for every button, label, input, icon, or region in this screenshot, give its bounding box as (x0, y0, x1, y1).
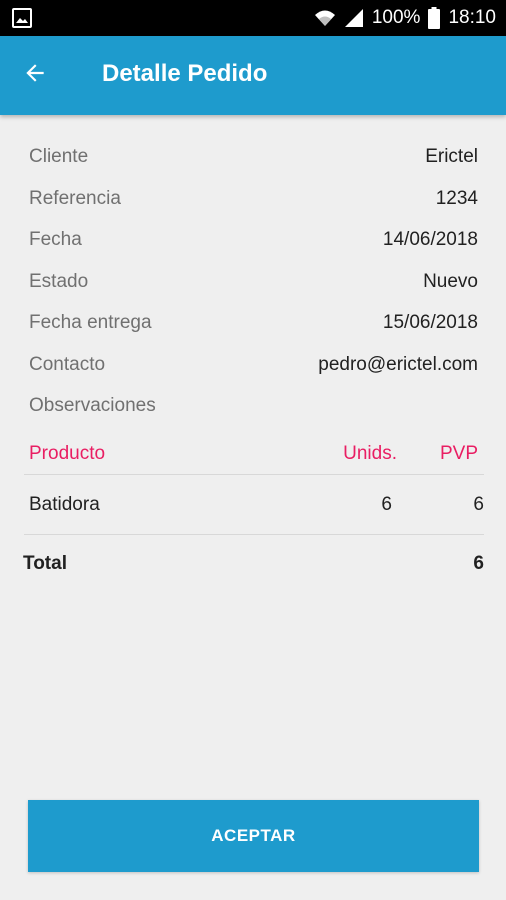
detail-row-observaciones: Observaciones (0, 387, 506, 429)
app-bar: Detalle Pedido (0, 36, 506, 115)
detail-label: Cliente (29, 146, 89, 167)
back-button[interactable] (14, 54, 56, 96)
divider (24, 474, 484, 475)
detail-row-fecha-entrega: Fecha entrega 15/06/2018 (0, 304, 506, 346)
image-notification-icon (12, 8, 32, 33)
detail-value: 15/06/2018 (382, 312, 478, 333)
detail-row-contacto: Contacto pedro@erictel.com (0, 346, 506, 388)
detail-value: 1234 (435, 187, 478, 209)
status-bar: 100% 18:10 (0, 0, 506, 36)
wifi-icon (314, 8, 336, 28)
detail-label: Estado (29, 270, 89, 292)
detail-label: Fecha entrega (29, 312, 152, 333)
battery-percent: 100% (371, 7, 421, 28)
detail-row-estado: Estado Nuevo (0, 263, 506, 305)
order-details: Cliente Erictel Referencia 1234 Fecha 14… (0, 138, 506, 429)
detail-value: Nuevo (423, 270, 478, 292)
detail-row-referencia: Referencia 1234 (0, 180, 506, 222)
table-row: Batidora 6 6 (0, 488, 506, 528)
clock-time: 18:10 (448, 7, 496, 28)
detail-label: Fecha (29, 229, 82, 250)
cell-producto: Batidora (29, 494, 100, 515)
signal-icon (344, 8, 364, 28)
table-header: Producto Unids. PVP (0, 438, 506, 474)
detail-label: Observaciones (29, 395, 156, 416)
battery-icon (428, 7, 441, 29)
detail-value: Erictel (425, 146, 478, 167)
page-title: Detalle Pedido (102, 60, 268, 87)
detail-row-fecha: Fecha 14/06/2018 (0, 221, 506, 263)
column-header-producto: Producto (29, 443, 106, 464)
products-table: Producto Unids. PVP Batidora 6 6 Total 6 (0, 438, 506, 574)
cell-pvp: 6 (473, 494, 484, 515)
detail-label: Referencia (29, 187, 121, 209)
detail-value: 14/06/2018 (382, 229, 478, 250)
accept-button[interactable]: ACEPTAR (28, 800, 479, 872)
column-header-unids: Unids. (343, 443, 397, 464)
divider (24, 534, 484, 535)
total-row: Total 6 (0, 548, 506, 588)
detail-row-cliente: Cliente Erictel (0, 138, 506, 180)
arrow-left-icon (22, 60, 48, 91)
cell-unids: 6 (381, 494, 392, 515)
column-header-pvp: PVP (439, 443, 478, 464)
detail-label: Contacto (29, 353, 106, 375)
total-label: Total (23, 553, 67, 574)
total-value: 6 (473, 553, 484, 574)
detail-value: pedro@erictel.com (318, 353, 478, 375)
